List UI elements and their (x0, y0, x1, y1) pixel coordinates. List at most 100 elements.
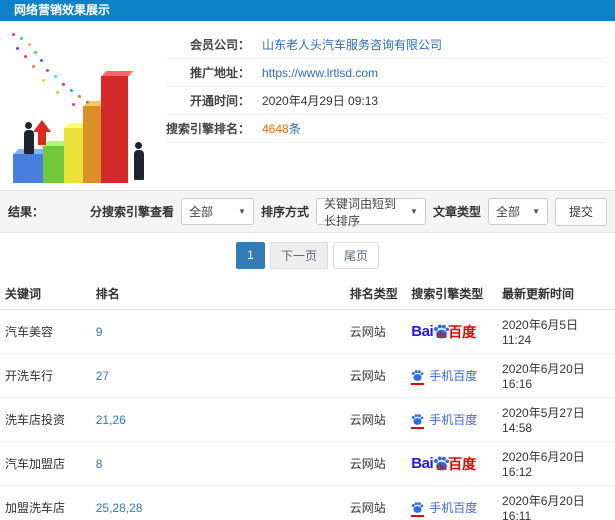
updated-cell: 2020年6月20日 16:16 (497, 353, 615, 398)
updated-cell: 2020年5月27日 14:58 (497, 397, 615, 442)
rank-link[interactable]: 9 (96, 325, 103, 339)
confetti-dots (12, 33, 15, 36)
last-page-button[interactable]: 尾页 (333, 241, 380, 269)
mobile-baidu-label: 手机百度 (429, 368, 478, 383)
engine-filter-select[interactable]: 全部 ▼ (180, 198, 254, 225)
updated-cell: 2020年6月20日 16:12 (497, 441, 615, 486)
page-1-button[interactable]: 1 (235, 241, 265, 269)
chevron-down-icon: ▼ (532, 207, 540, 216)
rank-cell: 27 (90, 353, 345, 398)
open-time-value: 2020年4月29日 09:13 (262, 94, 379, 108)
info-row-rank-count: 搜索引擎排名： 4648 条 (165, 115, 605, 143)
sort-select[interactable]: 关键词由短到长排序 ▼ (315, 197, 426, 228)
keyword-cell: 洗车店投资 (0, 397, 91, 442)
person-figure-left (23, 122, 34, 154)
engine-cell: 手机百度 (406, 397, 498, 442)
header-engine-type: 搜索引擎类型 (406, 277, 498, 310)
baidu-logo-du: du (436, 462, 448, 472)
mobile-baidu-label: 手机百度 (429, 500, 478, 515)
mobile-baidu-icon (411, 369, 425, 385)
info-section: 会员公司： 山东老人头汽车服务咨询有限公司 推广地址： https://www.… (0, 21, 615, 190)
sort-value: 关键词由短到长排序 (323, 196, 396, 228)
engine-cell: Bai du 百度 (406, 441, 498, 486)
table-header: 关键词 排名 排名类型 搜索引擎类型 最新更新时间 (0, 277, 615, 310)
rank-type-cell: 云网站 (344, 441, 407, 486)
next-page-button[interactable]: 下一页 (269, 241, 328, 269)
engine-filter-label: 分搜索引擎查看 (89, 205, 174, 219)
rank-cell: 25,28,28 (90, 485, 345, 520)
baidu-logo: Bai du 百度 (411, 323, 476, 340)
promo-url-link[interactable]: https://www.lrtlsd.com (262, 66, 378, 80)
keyword-cell: 开洗车行 (0, 353, 91, 398)
baidu-paw-icon (412, 369, 424, 381)
baidu-logo-cn: 百度 (448, 323, 477, 340)
engine-filter-value: 全部 (188, 205, 213, 219)
table-row: 洗车店投资 21,26 云网站 手机百度 2020年5月27日 14:58 (0, 397, 615, 442)
table-row: 开洗车行 27 云网站 手机百度 2020年6月20日 16:16 (0, 353, 615, 398)
table-row: 加盟洗车店 25,28,28 云网站 手机百度 2020年6月20日 16:11 (0, 485, 615, 520)
rank-count-label: 搜索引擎排名： (165, 122, 250, 136)
header-rank: 排名 (90, 277, 345, 310)
mobile-baidu-icon (411, 501, 425, 517)
rank-link[interactable]: 8 (96, 457, 103, 471)
rank-type-cell: 云网站 (344, 353, 407, 398)
company-label: 会员公司： (189, 38, 250, 52)
updated-cell: 2020年6月20日 16:11 (497, 485, 615, 520)
table-row: 汽车美容 9 云网站 Bai du 百度 2020年6月5日 11:24 (0, 309, 615, 354)
rank-count-unit: 条 (288, 122, 301, 136)
header-updated: 最新更新时间 (497, 277, 615, 310)
baidu-paw-icon (412, 501, 424, 513)
mobile-baidu-icon (411, 413, 425, 429)
rank-link[interactable]: 21,26 (96, 413, 126, 427)
updated-cell: 2020年6月5日 11:24 (497, 309, 615, 354)
baidu-logo-bai: Bai (411, 323, 434, 340)
illu-bar-red (101, 76, 128, 183)
baidu-paw-icon (412, 413, 424, 425)
bar-chart-illustration (0, 21, 165, 190)
rank-cell: 9 (90, 309, 345, 354)
mobile-baidu-label: 手机百度 (429, 412, 478, 427)
pagination: 1 下一页 尾页 (0, 233, 615, 277)
submit-button[interactable]: 提交 (554, 197, 607, 226)
page: 网络营销效果展示 会员公司： 山东老人头汽车服务咨询有限公司 推广地址： htt… (0, 0, 615, 520)
up-arrow-icon (33, 120, 51, 145)
baidu-logo-du: du (436, 330, 448, 340)
keyword-cell: 加盟洗车店 (0, 485, 91, 520)
rank-type-cell: 云网站 (344, 397, 407, 442)
rank-count-value: 4648 (262, 121, 289, 136)
rank-link[interactable]: 25,28,28 (96, 501, 143, 515)
rank-type-cell: 云网站 (344, 309, 407, 354)
rank-link[interactable]: 27 (96, 369, 109, 383)
open-time-label: 开通时间： (189, 94, 250, 108)
baidu-logo-bai: Bai (411, 455, 434, 472)
baidu-logo: Bai du 百度 (411, 455, 476, 472)
info-row-company: 会员公司： 山东老人头汽车服务咨询有限公司 (165, 31, 605, 59)
article-type-label: 文章类型 (432, 205, 481, 219)
header-rank-type: 排名类型 (344, 277, 407, 310)
rank-cell: 21,26 (90, 397, 345, 442)
page-title-bar: 网络营销效果展示 (0, 0, 615, 21)
sort-label: 排序方式 (260, 205, 309, 219)
page-title: 网络营销效果展示 (14, 3, 111, 17)
engine-cell: 手机百度 (406, 485, 498, 520)
article-type-value: 全部 (495, 205, 520, 219)
chevron-down-icon: ▼ (238, 207, 246, 216)
engine-cell: 手机百度 (406, 353, 498, 398)
info-row-open-time: 开通时间： 2020年4月29日 09:13 (165, 87, 605, 115)
baidu-logo-cn: 百度 (448, 455, 477, 472)
company-name-link[interactable]: 山东老人头汽车服务咨询有限公司 (262, 36, 442, 53)
promo-url-label: 推广地址： (189, 66, 250, 80)
keyword-cell: 汽车加盟店 (0, 441, 91, 486)
rank-type-cell: 云网站 (344, 485, 407, 520)
table-row: 汽车加盟店 8 云网站 Bai du 百度 2020年6月20日 16:12 (0, 441, 615, 486)
engine-cell: Bai du 百度 (406, 309, 498, 354)
info-row-url: 推广地址： https://www.lrtlsd.com (165, 59, 605, 87)
rank-cell: 8 (90, 441, 345, 486)
chevron-down-icon: ▼ (410, 207, 418, 216)
filter-controls: 分搜索引擎查看 全部 ▼ 排序方式 关键词由短到长排序 ▼ 文章类型 全部 ▼ … (89, 197, 607, 228)
keyword-cell: 汽车美容 (0, 309, 91, 354)
article-type-select[interactable]: 全部 ▼ (487, 198, 548, 225)
ranking-table: 关键词 排名 排名类型 搜索引擎类型 最新更新时间 汽车美容 9 云网站 Bai du 百… (0, 277, 615, 520)
result-label: 结果： (8, 205, 45, 219)
illu-bar-blue (13, 154, 43, 183)
